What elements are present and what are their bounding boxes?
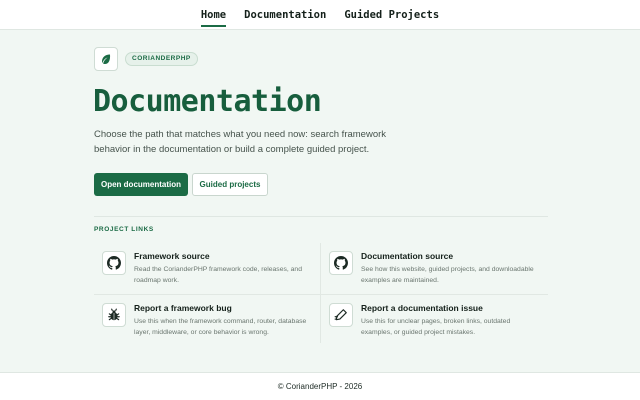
link-title: Documentation source (361, 251, 454, 261)
github-icon (334, 256, 348, 270)
lead-paragraph: Choose the path that matches what you ne… (94, 129, 387, 155)
nav-link-guided-projects[interactable]: Guided Projects (344, 7, 439, 23)
github-icon (107, 256, 121, 270)
link-description: Use this when the framework command, rou… (134, 318, 307, 336)
guided-projects-button[interactable]: Guided projects (192, 173, 268, 196)
bug-icon (108, 308, 120, 321)
icon-box (329, 303, 353, 327)
link-description: Use this for unclear pages, broken links… (361, 318, 511, 336)
link-framework-source[interactable]: Framework source Read the CorianderPHP f… (102, 251, 312, 295)
top-navigation: Home Documentation Guided Projects (0, 0, 640, 30)
grid-divider-vertical (320, 243, 321, 343)
link-description: See how this website, guided projects, a… (361, 266, 534, 284)
open-documentation-button[interactable]: Open documentation (94, 173, 188, 196)
footer-copyright: © CorianderPHP - 2026 (277, 382, 363, 391)
link-documentation-source[interactable]: Documentation source See how this websit… (329, 251, 539, 295)
icon-box (102, 303, 126, 327)
page-title: Documentation (93, 84, 322, 119)
link-report-framework-bug[interactable]: Report a framework bug Use this when the… (102, 303, 312, 347)
brand-badge: CORIANDERPHP (125, 52, 198, 66)
icon-box (102, 251, 126, 275)
brand-logo (94, 47, 118, 71)
leaf-icon (102, 54, 111, 64)
pencil-icon (334, 309, 347, 321)
nav-link-documentation[interactable]: Documentation (244, 7, 326, 23)
section-divider (94, 216, 548, 217)
link-title: Report a framework bug (134, 303, 232, 313)
nav-link-home[interactable]: Home (200, 7, 227, 27)
link-title: Framework source (134, 251, 210, 261)
link-title: Report a documentation issue (361, 303, 483, 313)
page-footer: © CorianderPHP - 2026 (0, 372, 640, 400)
project-links-heading: PROJECT LINKS (94, 226, 154, 233)
link-report-documentation-issue[interactable]: Report a documentation issue Use this fo… (329, 303, 539, 347)
link-description: Read the CorianderPHP framework code, re… (134, 266, 302, 284)
icon-box (329, 251, 353, 275)
